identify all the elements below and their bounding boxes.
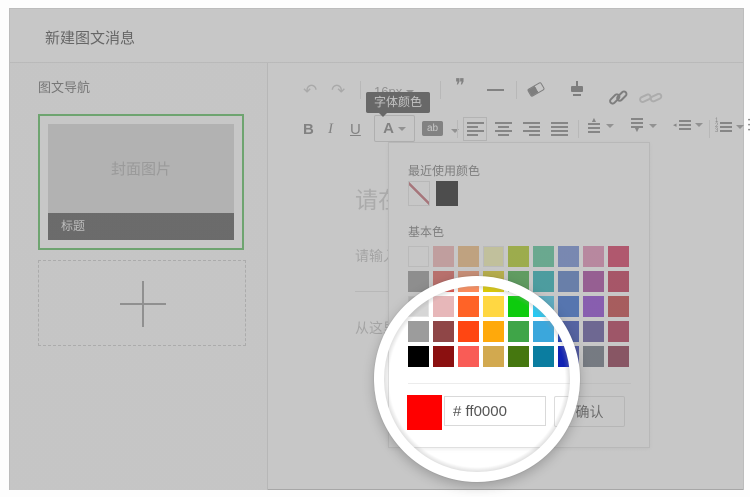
italic-button[interactable]: I <box>328 121 333 138</box>
palette-swatch[interactable] <box>583 271 604 292</box>
plus-icon <box>142 281 144 327</box>
palette-swatch[interactable] <box>408 246 429 267</box>
chevron-down-icon <box>649 124 657 132</box>
toolbar-separator <box>709 120 710 138</box>
confirm-button[interactable]: 确认 <box>554 396 625 427</box>
horizontal-rule-icon[interactable] <box>487 89 504 91</box>
panel-divider <box>408 383 631 384</box>
indent-dropdown[interactable]: ◂ <box>673 120 703 130</box>
palette-swatch[interactable] <box>483 246 504 267</box>
underline-button[interactable]: U <box>350 121 361 138</box>
cover-image-placeholder[interactable]: 封面图片 <box>48 124 234 213</box>
add-article-button[interactable] <box>38 260 246 346</box>
toolbar-separator <box>457 120 458 138</box>
bold-button[interactable]: B <box>303 121 314 138</box>
palette-swatch[interactable] <box>533 271 554 292</box>
align-center-button[interactable] <box>491 117 515 141</box>
palette-swatch[interactable] <box>533 296 554 317</box>
palette-swatch[interactable] <box>508 246 529 267</box>
cover-thumbnail[interactable]: 封面图片 标题 <box>38 114 244 250</box>
palette-swatch[interactable] <box>558 296 579 317</box>
palette-swatch[interactable] <box>583 346 604 367</box>
page-title: 新建图文消息 <box>45 27 135 48</box>
palette-swatch[interactable] <box>458 296 479 317</box>
palette-swatch[interactable] <box>433 296 454 317</box>
chevron-down-icon <box>606 124 614 132</box>
palette-swatch[interactable] <box>608 271 629 292</box>
toolbar-separator <box>440 81 441 99</box>
basic-colors-label: 基本色 <box>408 223 444 240</box>
palette-swatch[interactable] <box>608 296 629 317</box>
sidebar-nav-label: 图文导航 <box>38 77 90 96</box>
blockquote-icon[interactable]: ❞ <box>455 80 465 94</box>
palette-swatch[interactable] <box>458 271 479 292</box>
palette-swatch[interactable] <box>433 246 454 267</box>
basic-color-grid <box>408 246 637 371</box>
article-title-bar[interactable]: 标题 <box>48 213 234 240</box>
palette-swatch[interactable] <box>408 271 429 292</box>
palette-swatch[interactable] <box>508 346 529 367</box>
palette-swatch[interactable] <box>433 271 454 292</box>
palette-swatch[interactable] <box>558 346 579 367</box>
palette-swatch[interactable] <box>408 321 429 342</box>
hex-color-input[interactable] <box>444 396 546 426</box>
font-color-panel: 最近使用颜色 基本色 确认 <box>388 142 650 448</box>
palette-swatch[interactable] <box>558 271 579 292</box>
tooltip-arrow <box>378 112 388 122</box>
palette-swatch[interactable] <box>433 321 454 342</box>
palette-swatch[interactable] <box>583 321 604 342</box>
recent-colors-row <box>408 181 458 206</box>
palette-swatch[interactable] <box>508 321 529 342</box>
palette-swatch[interactable] <box>583 296 604 317</box>
line-height-dropdown[interactable]: ▲ <box>588 118 614 133</box>
palette-swatch[interactable] <box>483 271 504 292</box>
ordered-list-dropdown[interactable]: 123 <box>715 119 744 134</box>
palette-swatch[interactable] <box>458 321 479 342</box>
align-left-button[interactable] <box>463 117 487 141</box>
palette-swatch[interactable] <box>558 321 579 342</box>
palette-swatch[interactable] <box>458 246 479 267</box>
chevron-down-icon <box>736 125 744 133</box>
chevron-down-icon <box>695 123 703 131</box>
palette-swatch[interactable] <box>608 246 629 267</box>
recent-color-swatch[interactable] <box>408 181 430 206</box>
chevron-down-icon <box>398 127 406 135</box>
palette-swatch[interactable] <box>408 296 429 317</box>
palette-swatch[interactable] <box>533 346 554 367</box>
toolbar-separator <box>578 120 579 138</box>
palette-swatch[interactable] <box>483 296 504 317</box>
toolbar-separator <box>360 81 361 99</box>
palette-swatch[interactable] <box>608 321 629 342</box>
redo-icon[interactable]: ↷ <box>331 81 345 101</box>
palette-swatch[interactable] <box>483 346 504 367</box>
recent-colors-label: 最近使用颜色 <box>408 162 480 179</box>
palette-swatch[interactable] <box>508 271 529 292</box>
palette-swatch[interactable] <box>608 346 629 367</box>
font-color-tooltip: 字体颜色 <box>366 92 430 113</box>
palette-swatch[interactable] <box>408 346 429 367</box>
palette-swatch[interactable] <box>583 246 604 267</box>
palette-swatch[interactable] <box>558 246 579 267</box>
palette-swatch[interactable] <box>483 321 504 342</box>
align-justify-button[interactable] <box>547 117 571 141</box>
palette-swatch[interactable] <box>533 321 554 342</box>
palette-swatch[interactable] <box>508 296 529 317</box>
palette-swatch[interactable] <box>433 346 454 367</box>
toolbar-separator <box>516 81 517 99</box>
palette-swatch[interactable] <box>533 246 554 267</box>
highlight-color-button[interactable]: ab <box>422 121 443 136</box>
palette-swatch[interactable] <box>458 346 479 367</box>
paragraph-spacing-dropdown[interactable]: ▼ <box>631 118 657 133</box>
recent-color-swatch[interactable] <box>436 181 458 206</box>
color-preview-swatch <box>407 395 442 430</box>
undo-icon[interactable]: ↶ <box>303 81 317 101</box>
align-right-button[interactable] <box>519 117 543 141</box>
